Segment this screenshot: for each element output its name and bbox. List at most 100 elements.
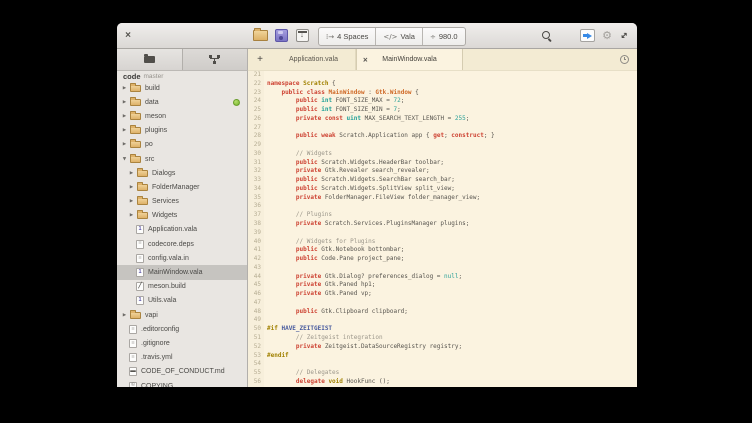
tree-item-config.vala.in[interactable]: ≡config.vala.in: [117, 251, 247, 265]
code-line-24: 24 public int FONT_SIZE_MAX = 72;: [248, 97, 637, 106]
collapse-expander-icon[interactable]: ▼: [122, 157, 127, 162]
clock-history-icon[interactable]: [620, 55, 629, 64]
line-number[interactable]: 49: [248, 316, 264, 325]
outline-view-toggle[interactable]: [182, 49, 248, 70]
line-number[interactable]: 21: [248, 71, 264, 80]
expand-expander-icon[interactable]: ▶: [122, 313, 127, 318]
expand-expander-icon[interactable]: ▶: [122, 86, 127, 91]
project-header[interactable]: code master: [117, 72, 247, 81]
expand-expander-icon[interactable]: ▶: [129, 171, 134, 176]
line-number[interactable]: 24: [248, 97, 264, 106]
code-text: // Plugins: [264, 211, 332, 220]
tree-item-.travis.yml[interactable]: ≡.travis.yml: [117, 351, 247, 365]
indent-width-button[interactable]: ⁞→ 4 Spaces: [319, 28, 376, 45]
tree-item-vapi[interactable]: ▶vapi: [117, 308, 247, 322]
tree-item-plugins[interactable]: ▶plugins: [117, 124, 247, 138]
save-button[interactable]: [272, 23, 290, 48]
fullscreen-button[interactable]: ↔: [616, 23, 634, 48]
line-number[interactable]: 29: [248, 141, 264, 150]
line-number[interactable]: 56: [248, 378, 264, 387]
search-button[interactable]: [537, 23, 555, 48]
tree-item-COPYING[interactable]: ©COPYING: [117, 379, 247, 387]
line-number[interactable]: 46: [248, 290, 264, 299]
line-number[interactable]: 26: [248, 115, 264, 124]
expand-expander-icon[interactable]: ▶: [122, 100, 127, 105]
line-number[interactable]: 31: [248, 159, 264, 168]
code-text: public Scratch.Widgets.HeaderBar toolbar…: [264, 159, 444, 168]
tree-item-meson[interactable]: ▶meson: [117, 109, 247, 123]
files-view-toggle[interactable]: [117, 49, 182, 70]
tree-item-label: data: [145, 99, 159, 106]
line-number[interactable]: 42: [248, 255, 264, 264]
code-editor[interactable]: 2122namespace Scratch {23 public class M…: [248, 71, 637, 387]
tree-item-Utils.vala[interactable]: 1Utils.vala: [117, 294, 247, 308]
tree-item-po[interactable]: ▶po: [117, 138, 247, 152]
open-button[interactable]: [251, 23, 269, 48]
line-number[interactable]: 32: [248, 167, 264, 176]
language-button[interactable]: </> Vala: [376, 28, 423, 45]
save-as-button[interactable]: [293, 23, 311, 48]
line-number[interactable]: 55: [248, 369, 264, 378]
tree-item-label: CODE_OF_CONDUCT.md: [141, 368, 225, 375]
line-number[interactable]: 47: [248, 299, 264, 308]
expand-expander-icon[interactable]: ▶: [122, 142, 127, 147]
tree-item-label: .gitignore: [141, 340, 170, 347]
window-close-button[interactable]: ×: [120, 23, 136, 48]
line-number[interactable]: 50: [248, 325, 264, 334]
code-line-41: 41 public Gtk.Notebook bottombar;: [248, 246, 637, 255]
line-number[interactable]: 44: [248, 273, 264, 282]
line-number[interactable]: 43: [248, 264, 264, 273]
new-tab-button[interactable]: +: [248, 49, 272, 70]
expand-expander-icon[interactable]: ▶: [129, 213, 134, 218]
tab-Application.vala[interactable]: Application.vala: [272, 49, 356, 70]
export-button[interactable]: [578, 23, 596, 48]
expand-expander-icon[interactable]: ▶: [129, 199, 134, 204]
tree-item-MainWindow.vala[interactable]: 1MainWindow.vala: [117, 265, 247, 279]
line-number[interactable]: 22: [248, 80, 264, 89]
expand-expander-icon[interactable]: ▶: [129, 185, 134, 190]
tree-item-Application.vala[interactable]: 1Application.vala: [117, 223, 247, 237]
settings-button[interactable]: ⚙: [598, 23, 616, 48]
line-number[interactable]: 53: [248, 352, 264, 361]
line-number[interactable]: 51: [248, 334, 264, 343]
line-number[interactable]: 25: [248, 106, 264, 115]
line-number[interactable]: 52: [248, 343, 264, 352]
line-number[interactable]: 40: [248, 238, 264, 247]
tree-item-FolderManager[interactable]: ▶FolderManager: [117, 180, 247, 194]
line-number[interactable]: 30: [248, 150, 264, 159]
line-number[interactable]: 45: [248, 281, 264, 290]
expand-expander-icon[interactable]: ▶: [122, 114, 127, 119]
tree-item-Widgets[interactable]: ▶Widgets: [117, 209, 247, 223]
line-number[interactable]: 37: [248, 211, 264, 220]
line-number[interactable]: 28: [248, 132, 264, 141]
line-number[interactable]: 48: [248, 308, 264, 317]
line-number[interactable]: 35: [248, 194, 264, 203]
tree-item-meson.build[interactable]: ╱meson.build: [117, 280, 247, 294]
tree-item-Services[interactable]: ▶Services: [117, 195, 247, 209]
expand-expander-icon[interactable]: ▶: [122, 128, 127, 133]
code-line-32: 32 private Gtk.Revealer search_revealer;: [248, 167, 637, 176]
line-number[interactable]: 34: [248, 185, 264, 194]
code-text: [264, 360, 267, 369]
line-number[interactable]: 27: [248, 124, 264, 133]
tree-item-build[interactable]: ▶build: [117, 81, 247, 95]
code-line-50: 50#if HAVE_ZEITGEIST: [248, 325, 637, 334]
tree-item-codecore.deps[interactable]: ≡codecore.deps: [117, 237, 247, 251]
line-number[interactable]: 54: [248, 360, 264, 369]
line-number[interactable]: 33: [248, 176, 264, 185]
line-number[interactable]: 39: [248, 229, 264, 238]
tree-item-Dialogs[interactable]: ▶Dialogs: [117, 166, 247, 180]
code-line-37: 37 // Plugins: [248, 211, 637, 220]
tree-item-data[interactable]: ▶ data: [117, 95, 247, 109]
tree-item-.editorconfig[interactable]: ≡.editorconfig: [117, 322, 247, 336]
tab-MainWindow.vala[interactable]: ×MainWindow.vala: [356, 49, 463, 70]
tree-item-.gitignore[interactable]: ≡.gitignore: [117, 336, 247, 350]
tree-item-src[interactable]: ▼src: [117, 152, 247, 166]
line-number[interactable]: 41: [248, 246, 264, 255]
line-number[interactable]: 23: [248, 89, 264, 98]
tree-item-CODE_OF_CONDUCT.md[interactable]: ▬CODE_OF_CONDUCT.md: [117, 365, 247, 379]
line-number[interactable]: 38: [248, 220, 264, 229]
zoom-ratio-button[interactable]: ÷ 980.0: [423, 28, 465, 45]
line-number[interactable]: 36: [248, 202, 264, 211]
close-tab-icon[interactable]: ×: [363, 55, 368, 64]
